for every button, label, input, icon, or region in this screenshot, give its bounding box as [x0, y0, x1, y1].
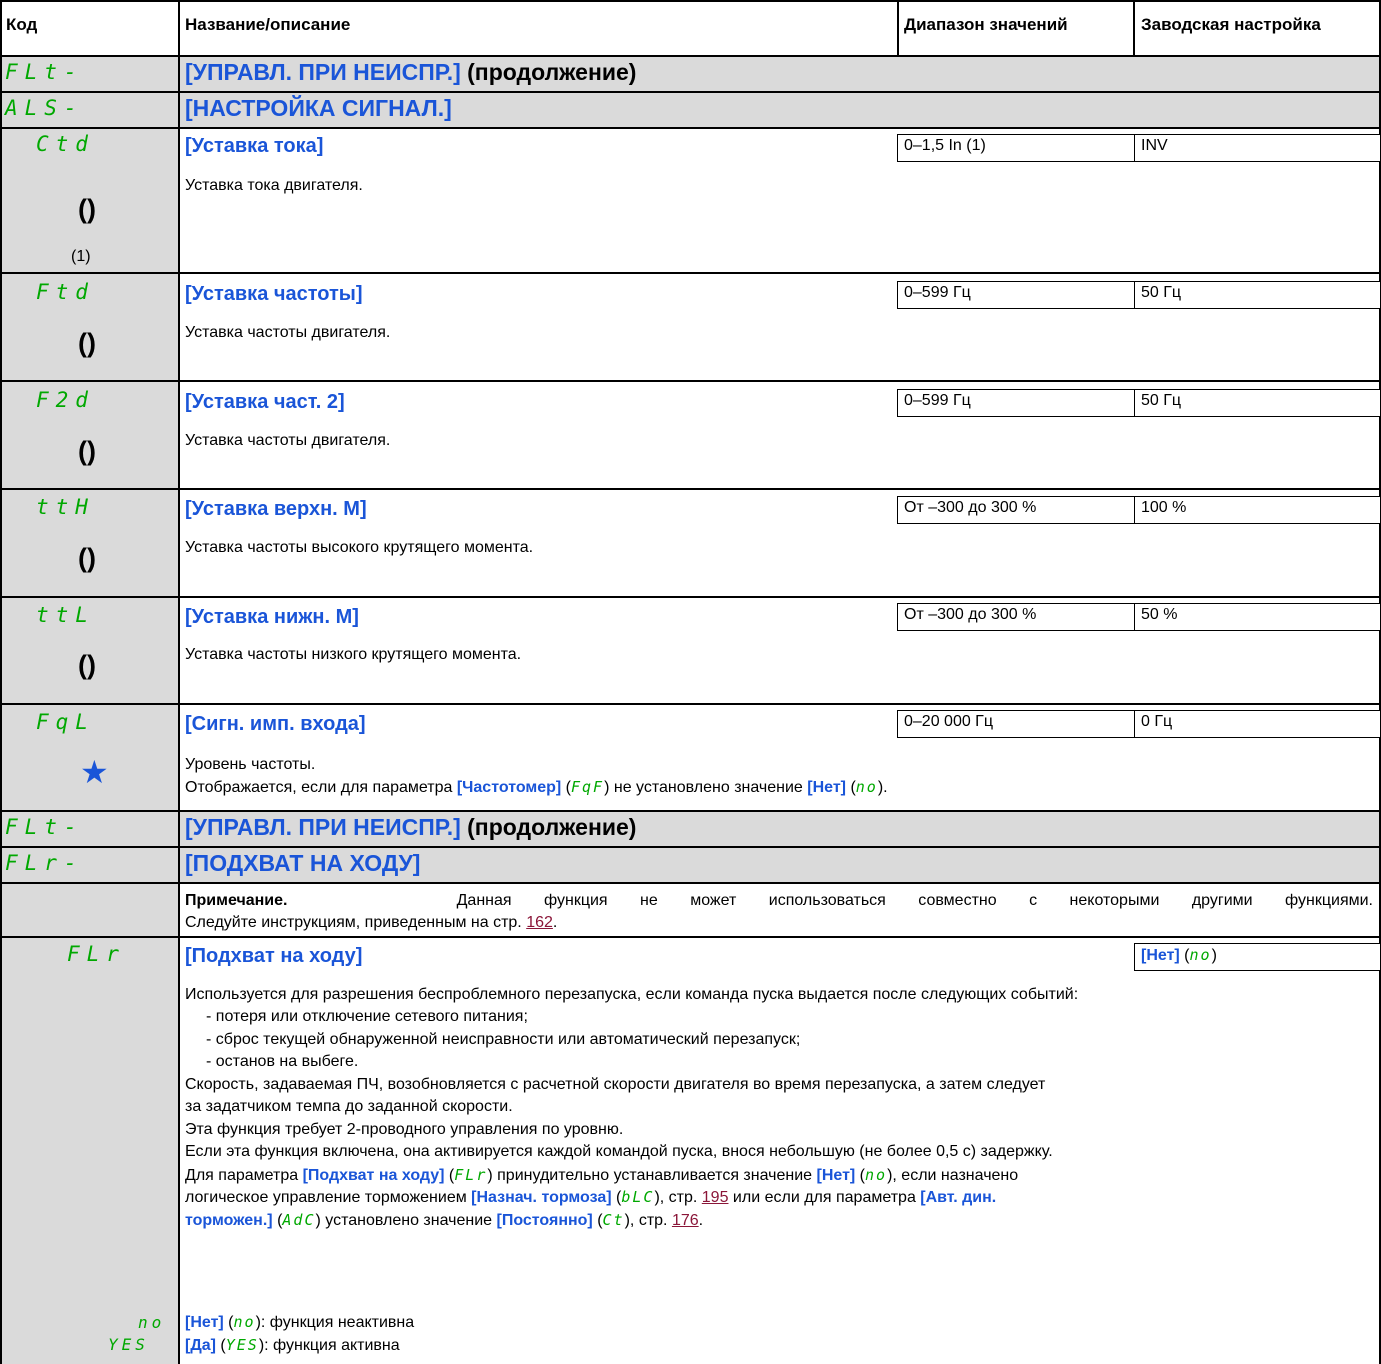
- param-code-ftd: Ftd: [36, 280, 95, 304]
- flr-desc-b3: - останов на выбеге.: [206, 1053, 359, 1070]
- page-link-195[interactable]: 195: [702, 1189, 729, 1206]
- rotating-arrows-icon: (): [78, 328, 96, 358]
- param-desc-ctd: Уставка тока двигателя.: [185, 177, 363, 194]
- param-desc-fql: Уровень частоты.: [185, 756, 316, 773]
- section-title-flt-text: [УПРАВЛ. ПРИ НЕИСПР.]: [185, 59, 461, 85]
- section-code-als: ALS-: [5, 96, 84, 120]
- page-link-162[interactable]: 162: [526, 914, 553, 931]
- rotating-arrows-icon: (): [78, 543, 96, 573]
- flr-desc-l8: торможен.] (AdC) установлено значение [П…: [185, 1211, 704, 1229]
- param-desc-tth: Уставка частоты высокого крутящего момен…: [185, 539, 534, 556]
- param-name-ctd: [Уставка тока]: [185, 135, 324, 157]
- param-name-ttl: [Уставка нижн. М]: [185, 606, 359, 628]
- flr-desc-b2: - сброс текущей обнаруженной неисправнос…: [206, 1031, 801, 1048]
- rotating-arrows-icon: (): [78, 194, 96, 224]
- section-code-flt: FLt-: [5, 60, 84, 84]
- star-icon: ★: [80, 754, 109, 790]
- param-code-tth: ttH: [36, 495, 95, 519]
- section-title-flt: [УПРАВЛ. ПРИ НЕИСПР.] (продолжение): [185, 59, 637, 85]
- param-code-flr: FLr: [67, 942, 126, 966]
- param-range-fql: 0–20 000 Гц: [897, 710, 1135, 738]
- param-factory-f2d: 50 Гц: [1134, 389, 1381, 417]
- param-name-fql: [Сигн. имп. входа]: [185, 713, 366, 735]
- param-factory-ttl: 50 %: [1134, 603, 1381, 631]
- rotating-arrows-icon: (): [78, 436, 96, 466]
- flr-desc-p4: Эта функция требует 2-проводного управле…: [185, 1121, 624, 1138]
- flr-note-line1: Примечание. Данная функция не может испо…: [185, 890, 1373, 913]
- param-factory-flr: [Нет] (no): [1134, 943, 1381, 971]
- fql-shown-condition: Отображается, если для параметра [Частот…: [185, 778, 888, 796]
- param-range-ttl: От –300 до 300 %: [897, 603, 1135, 631]
- option-no: [Нет] (no): функция неактивна: [185, 1313, 415, 1331]
- section-code-flt-2: FLt-: [5, 815, 84, 839]
- footnote-ref: (1): [71, 248, 91, 265]
- param-desc-ttl: Уставка частоты низкого крутящего момент…: [185, 646, 522, 663]
- option-yes: [Да] (YES): функция активна: [185, 1336, 400, 1354]
- param-desc-f2d: Уставка частоты двигателя.: [185, 432, 391, 449]
- parameter-table: Код Название/описание Диапазон значений …: [0, 0, 1381, 1364]
- section-title-flt-suffix: (продолжение): [467, 59, 637, 85]
- header-code: Код: [6, 15, 38, 34]
- param-range-tth: От –300 до 300 %: [897, 496, 1135, 524]
- section-title-flt-2: [УПРАВЛ. ПРИ НЕИСПР.] (продолжение): [185, 814, 637, 840]
- param-code-fql: FqL: [36, 710, 95, 734]
- param-factory-ctd: INV: [1134, 134, 1381, 162]
- param-range-f2d: 0–599 Гц: [897, 389, 1135, 417]
- param-code-ttl: ttL: [36, 603, 95, 627]
- flr-desc-p5: Если эта функция включена, она активируе…: [185, 1143, 1053, 1160]
- option-code-yes: YES: [108, 1335, 149, 1354]
- param-name-tth: [Уставка верхн. М]: [185, 498, 367, 520]
- page-link-176[interactable]: 176: [672, 1212, 699, 1229]
- flr-desc-l7: логическое управление торможением [Назна…: [185, 1188, 997, 1206]
- param-name-f2d: [Уставка част. 2]: [185, 391, 345, 413]
- section-title-flt-2-text: [УПРАВЛ. ПРИ НЕИСПР.]: [185, 814, 461, 840]
- section-title-flr: [ПОДХВАТ НА ХОДУ]: [185, 850, 421, 876]
- code-column-shade: [0, 128, 178, 1364]
- rotating-arrows-icon: (): [78, 650, 96, 680]
- param-range-ftd: 0–599 Гц: [897, 281, 1135, 309]
- flr-desc-b1: - потеря или отключение сетевого питания…: [206, 1008, 528, 1025]
- flr-desc-l6: Для параметра [Подхват на ходу] (FLr) пр…: [185, 1166, 1019, 1184]
- flr-desc-p3: за задатчиком темпа до заданной скорости…: [185, 1098, 513, 1115]
- flr-desc-p2: Скорость, задаваемая ПЧ, возобновляется …: [185, 1076, 1046, 1093]
- header-range: Диапазон значений: [904, 15, 1068, 34]
- flr-desc-p1: Используется для разрешения беспроблемно…: [185, 986, 1079, 1003]
- flr-note-text: Данная функция не может использоваться с…: [456, 892, 1373, 909]
- flr-note-line2: Следуйте инструкциям, приведенным на стр…: [185, 914, 558, 931]
- header-factory: Заводская настройка: [1141, 15, 1321, 34]
- param-factory-ftd: 50 Гц: [1134, 281, 1381, 309]
- param-name-flr: [Подхват на ходу]: [185, 945, 363, 967]
- option-code-no: no: [138, 1313, 166, 1332]
- param-factory-tth: 100 %: [1134, 496, 1381, 524]
- section-title-flt-2-suffix: (продолжение): [467, 814, 637, 840]
- param-range-ctd: 0–1,5 In (1): [897, 134, 1135, 162]
- section-code-flr: FLr-: [5, 851, 84, 875]
- param-factory-fql: 0 Гц: [1134, 710, 1381, 738]
- flr-note-label: Примечание.: [185, 892, 288, 909]
- param-desc-ftd: Уставка частоты двигателя.: [185, 324, 391, 341]
- section-title-als: [НАСТРОЙКА СИГНАЛ.]: [185, 95, 452, 121]
- param-code-f2d: F2d: [36, 388, 95, 412]
- param-name-ftd: [Уставка частоты]: [185, 283, 363, 305]
- param-code-ctd: Ctd: [36, 132, 95, 156]
- header-name: Название/описание: [185, 15, 351, 34]
